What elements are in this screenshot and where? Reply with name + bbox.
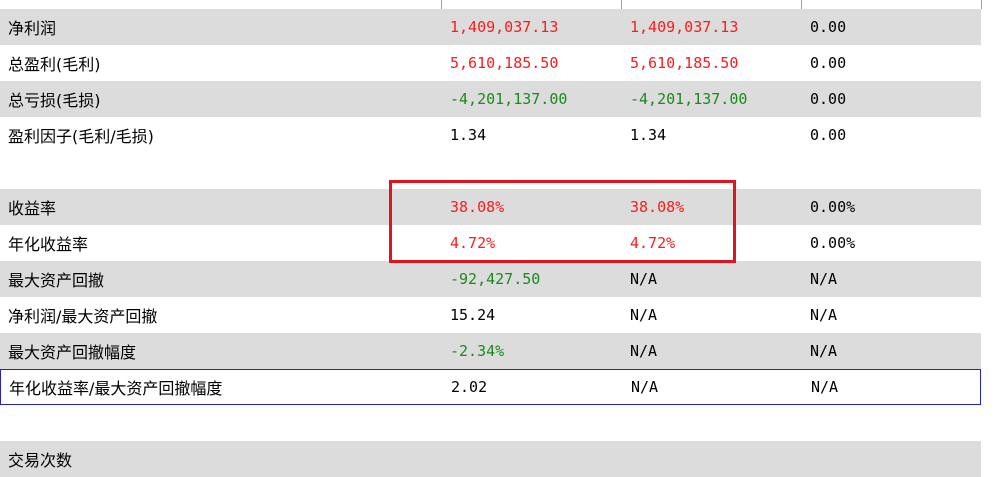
row-label: 年化收益率	[8, 235, 89, 254]
annotation-highlight-box	[389, 180, 736, 263]
column-divider	[621, 0, 622, 9]
value-long-trades: N/A	[630, 306, 658, 324]
table-row-max-drawdown-pct[interactable]: 最大资产回撤幅度 -2.34% N/A N/A	[0, 333, 981, 369]
table-row-gross-loss[interactable]: 总亏损(毛损) -4,201,137.00 -4,201,137.00 0.00	[0, 81, 981, 117]
value-long-trades: N/A	[630, 270, 658, 288]
table-row-trade-count[interactable]: 交易次数	[0, 441, 981, 477]
column-divider	[441, 0, 442, 9]
value-all-trades: -4,201,137.00	[450, 90, 568, 108]
table-row-gross-profit[interactable]: 总盈利(毛利) 5,610,185.50 5,610,185.50 0.00	[0, 45, 981, 81]
value-long-trades: 1.34	[630, 126, 667, 144]
table-row-blank	[0, 405, 981, 441]
table-row-max-drawdown[interactable]: 最大资产回撤 -92,427.50 N/A N/A	[0, 261, 981, 297]
row-label: 总盈利(毛利)	[8, 55, 101, 74]
value-long-trades: -4,201,137.00	[630, 90, 748, 108]
value-all-trades: -92,427.50	[450, 270, 541, 288]
value-all-trades: 1,409,037.13	[450, 18, 559, 36]
value-all-trades: 5,610,185.50	[450, 54, 559, 72]
value-long-trades: N/A	[630, 342, 658, 360]
row-label: 最大资产回撤幅度	[8, 343, 137, 362]
value-all-trades: -2.34%	[450, 342, 505, 360]
value-short-trades: N/A	[810, 270, 838, 288]
row-label: 年化收益率/最大资产回撤幅度	[9, 379, 223, 398]
value-all-trades: 15.24	[450, 306, 496, 324]
row-label: 净利润/最大资产回撤	[8, 307, 158, 326]
row-label: 收益率	[8, 199, 57, 218]
table-row-net-profit-over-drawdown[interactable]: 净利润/最大资产回撤 15.24 N/A N/A	[0, 297, 981, 333]
table-row-net-profit[interactable]: 净利润 1,409,037.13 1,409,037.13 0.00	[0, 9, 981, 45]
value-all-trades: 2.02	[451, 378, 488, 396]
row-label: 总亏损(毛损)	[8, 91, 101, 110]
value-long-trades: 1,409,037.13	[630, 18, 739, 36]
row-label: 盈利因子(毛利/毛损)	[8, 127, 154, 146]
value-short-trades: 0.00	[810, 90, 847, 108]
value-short-trades: N/A	[810, 342, 838, 360]
value-short-trades: N/A	[810, 306, 838, 324]
value-short-trades: 0.00	[810, 18, 847, 36]
row-label: 最大资产回撤	[8, 271, 105, 290]
row-label: 交易次数	[8, 451, 73, 470]
value-short-trades: 0.00%	[810, 198, 856, 216]
value-long-trades: 5,610,185.50	[630, 54, 739, 72]
column-divider	[801, 0, 802, 9]
value-all-trades: 1.34	[450, 126, 487, 144]
row-label: 净利润	[8, 19, 57, 38]
value-short-trades: 0.00	[810, 126, 847, 144]
value-short-trades: N/A	[811, 378, 839, 396]
value-short-trades: 0.00	[810, 54, 847, 72]
column-divider	[981, 0, 982, 9]
table-row-annual-return-over-drawdown-pct[interactable]: 年化收益率/最大资产回撤幅度 2.02 N/A N/A	[0, 369, 981, 405]
value-short-trades: 0.00%	[810, 234, 856, 252]
table-row-profit-factor[interactable]: 盈利因子(毛利/毛损) 1.34 1.34 0.00	[0, 117, 981, 153]
value-long-trades: N/A	[631, 378, 659, 396]
